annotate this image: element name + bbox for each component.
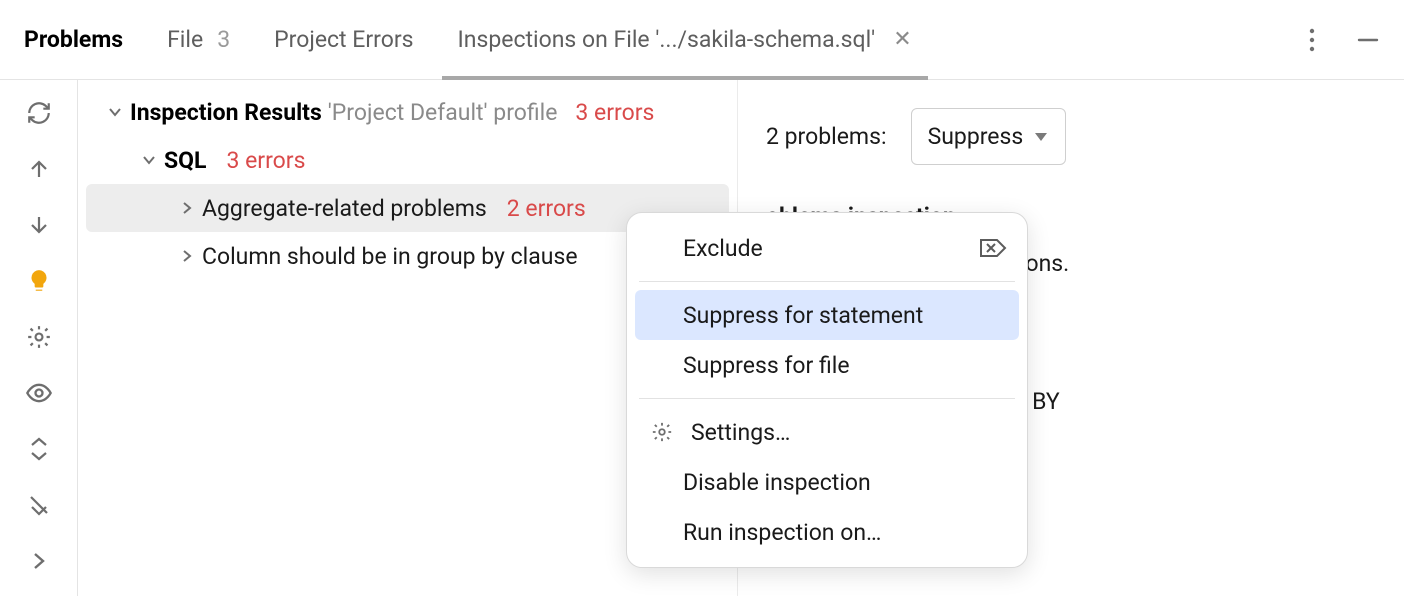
menu-run-inspection[interactable]: Run inspection on… — [627, 507, 1027, 557]
menu-run-label: Run inspection on… — [647, 519, 1007, 546]
more-icon[interactable] — [1294, 22, 1330, 58]
refresh-icon[interactable] — [20, 94, 58, 132]
bulb-icon[interactable] — [20, 262, 58, 300]
menu-disable-label: Disable inspection — [647, 469, 1007, 496]
profile-label: 'Project Default' profile — [328, 99, 558, 126]
menu-suppress-file[interactable]: Suppress for file — [627, 340, 1027, 390]
tab-problems[interactable]: Problems — [18, 1, 129, 79]
sql-error-count: 3 errors — [226, 147, 305, 174]
tab-project-errors-label: Project Errors — [274, 26, 413, 53]
tab-project-errors[interactable]: Project Errors — [268, 1, 419, 79]
aggregate-error-count: 2 errors — [507, 195, 586, 222]
problems-count-label: 2 problems: — [766, 117, 887, 156]
menu-suppress-statement[interactable]: Suppress for statement — [635, 290, 1019, 340]
menu-separator — [639, 398, 1015, 399]
tab-file-count: 3 — [217, 26, 230, 53]
detail-header: 2 problems: Suppress — [766, 108, 1374, 165]
chevron-down-icon — [140, 152, 158, 168]
chevron-down-icon — [1033, 130, 1049, 144]
expand-collapse-icon[interactable] — [20, 430, 58, 468]
tabs-right — [1294, 22, 1386, 58]
tabs-bar: Problems File 3 Project Errors Inspectio… — [0, 0, 1404, 80]
tab-problems-label: Problems — [24, 26, 123, 53]
tab-file[interactable]: File 3 — [161, 1, 236, 79]
sql-label: SQL — [164, 147, 206, 174]
menu-suppress-statement-label: Suppress for statement — [647, 302, 1007, 329]
close-icon[interactable]: ✕ — [893, 27, 911, 52]
arrow-up-icon[interactable] — [20, 150, 58, 188]
chevron-right-icon[interactable] — [20, 542, 58, 580]
tabs-left: Problems File 3 Project Errors Inspectio… — [18, 1, 1294, 79]
chevron-right-icon — [178, 249, 196, 263]
aggregate-label: Aggregate-related problems — [202, 195, 487, 222]
menu-separator — [639, 281, 1015, 282]
menu-settings[interactable]: Settings… — [627, 407, 1027, 457]
tab-inspections[interactable]: Inspections on File '.../sakila-schema.s… — [452, 1, 918, 79]
groupby-label: Column should be in group by clause — [202, 243, 578, 270]
tab-inspections-label: Inspections on File '.../sakila-schema.s… — [458, 26, 876, 53]
chevron-right-icon — [178, 201, 196, 215]
suppress-button-label: Suppress — [928, 117, 1024, 156]
inspection-results-label: Inspection Results — [130, 99, 322, 126]
menu-suppress-file-label: Suppress for file — [647, 352, 1007, 379]
tree-sql[interactable]: SQL 3 errors — [78, 136, 737, 184]
gear-icon — [647, 421, 677, 443]
menu-disable-inspection[interactable]: Disable inspection — [627, 457, 1027, 507]
tree-root[interactable]: Inspection Results 'Project Default' pro… — [78, 88, 737, 136]
chevron-down-icon — [106, 104, 124, 120]
chevron-down-close-icon[interactable] — [20, 486, 58, 524]
tab-file-label: File — [167, 26, 203, 53]
menu-settings-label: Settings… — [691, 419, 1007, 446]
exclude-tag-icon — [979, 237, 1007, 259]
menu-exclude[interactable]: Exclude — [627, 223, 1027, 273]
side-toolbar — [0, 80, 78, 596]
root-error-count: 3 errors — [575, 99, 654, 126]
arrow-down-icon[interactable] — [20, 206, 58, 244]
context-menu: Exclude Suppress for statement Suppress … — [626, 212, 1028, 568]
suppress-button[interactable]: Suppress — [911, 108, 1067, 165]
menu-exclude-label: Exclude — [647, 235, 965, 262]
gear-icon[interactable] — [20, 318, 58, 356]
minimize-icon[interactable] — [1350, 22, 1386, 58]
eye-icon[interactable] — [20, 374, 58, 412]
